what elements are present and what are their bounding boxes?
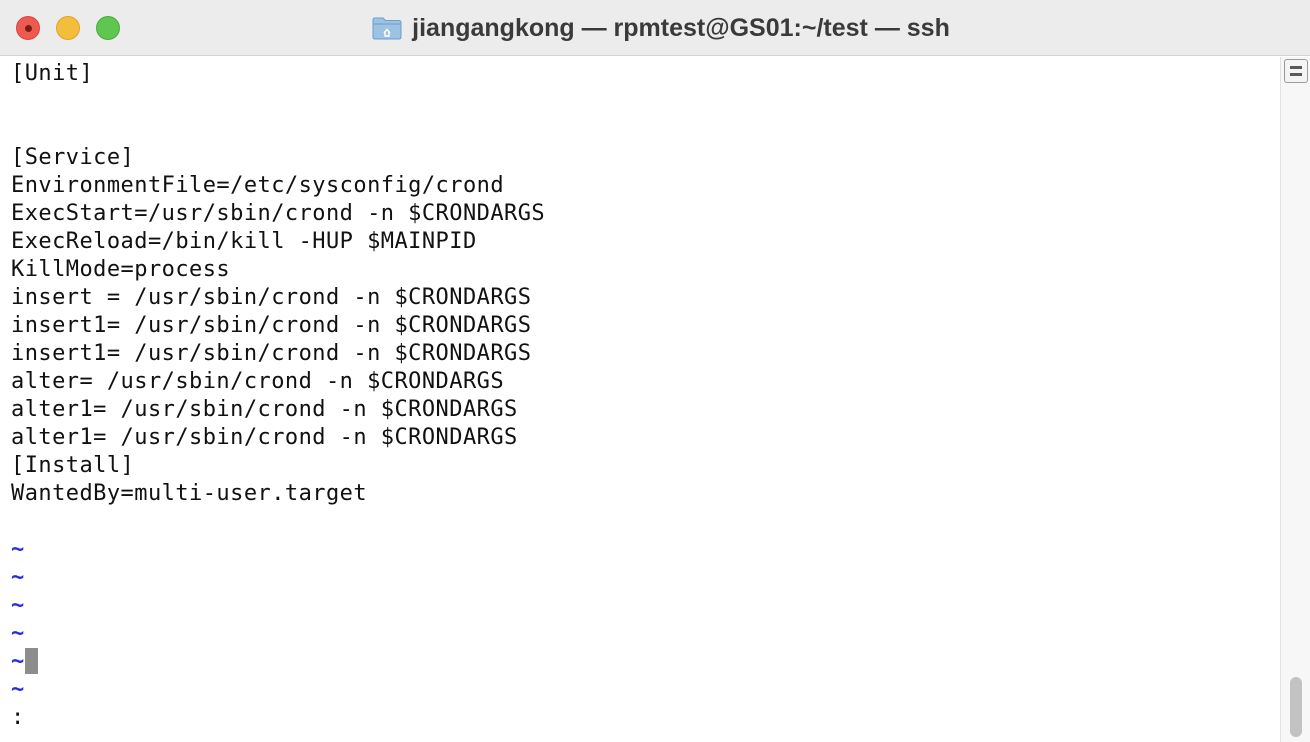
window-title-group: jiangangkong — rpmtest@GS01:~/test — ssh [0,0,1310,56]
editor-line: KillMode=process [11,257,231,282]
editor-line: insert = /usr/sbin/crond -n $CRONDARGS [11,285,532,310]
scroll-thumb[interactable] [1290,677,1302,737]
menu-bar-icon [1290,73,1302,76]
editor-line: WantedBy=multi-user.target [11,481,368,506]
editor-line: [Install] [11,453,135,478]
menu-bar-icon [1290,66,1302,69]
editor-line: alter= /usr/sbin/crond -n $CRONDARGS [11,369,505,394]
editor-line: alter1= /usr/sbin/crond -n $CRONDARGS [11,397,518,422]
empty-line-marker: ~ [11,537,25,562]
text-cursor [25,648,38,674]
empty-line-marker: ~ [11,677,25,702]
terminal-content[interactable]: [Unit] [Service] EnvironmentFile=/etc/sy… [0,57,1280,742]
editor-line: [Service] [11,145,135,170]
terminal-window: jiangangkong — rpmtest@GS01:~/test — ssh… [0,0,1310,742]
editor-line: [Unit] [11,61,94,86]
folder-icon [372,17,402,40]
title-bar[interactable]: jiangangkong — rpmtest@GS01:~/test — ssh [0,0,1310,56]
editor-line: ExecStart=/usr/sbin/crond -n $CRONDARGS [11,201,546,226]
editor-line: insert1= /usr/sbin/crond -n $CRONDARGS [11,341,532,366]
editor-line: alter1= /usr/sbin/crond -n $CRONDARGS [11,425,518,450]
window-title: jiangangkong — rpmtest@GS01:~/test — ssh [412,13,950,42]
scrollbar[interactable] [1280,57,1310,742]
terminal-menu-button[interactable] [1284,59,1308,83]
command-line[interactable]: : [11,704,24,732]
editor-line: EnvironmentFile=/etc/sysconfig/crond [11,173,505,198]
empty-line-marker: ~ [11,621,25,646]
empty-line-marker: ~ [11,649,25,674]
editor-line: ExecReload=/bin/kill -HUP $MAINPID [11,229,477,254]
empty-line-marker: ~ [11,593,25,618]
editor-line: insert1= /usr/sbin/crond -n $CRONDARGS [11,313,532,338]
empty-line-marker: ~ [11,565,25,590]
